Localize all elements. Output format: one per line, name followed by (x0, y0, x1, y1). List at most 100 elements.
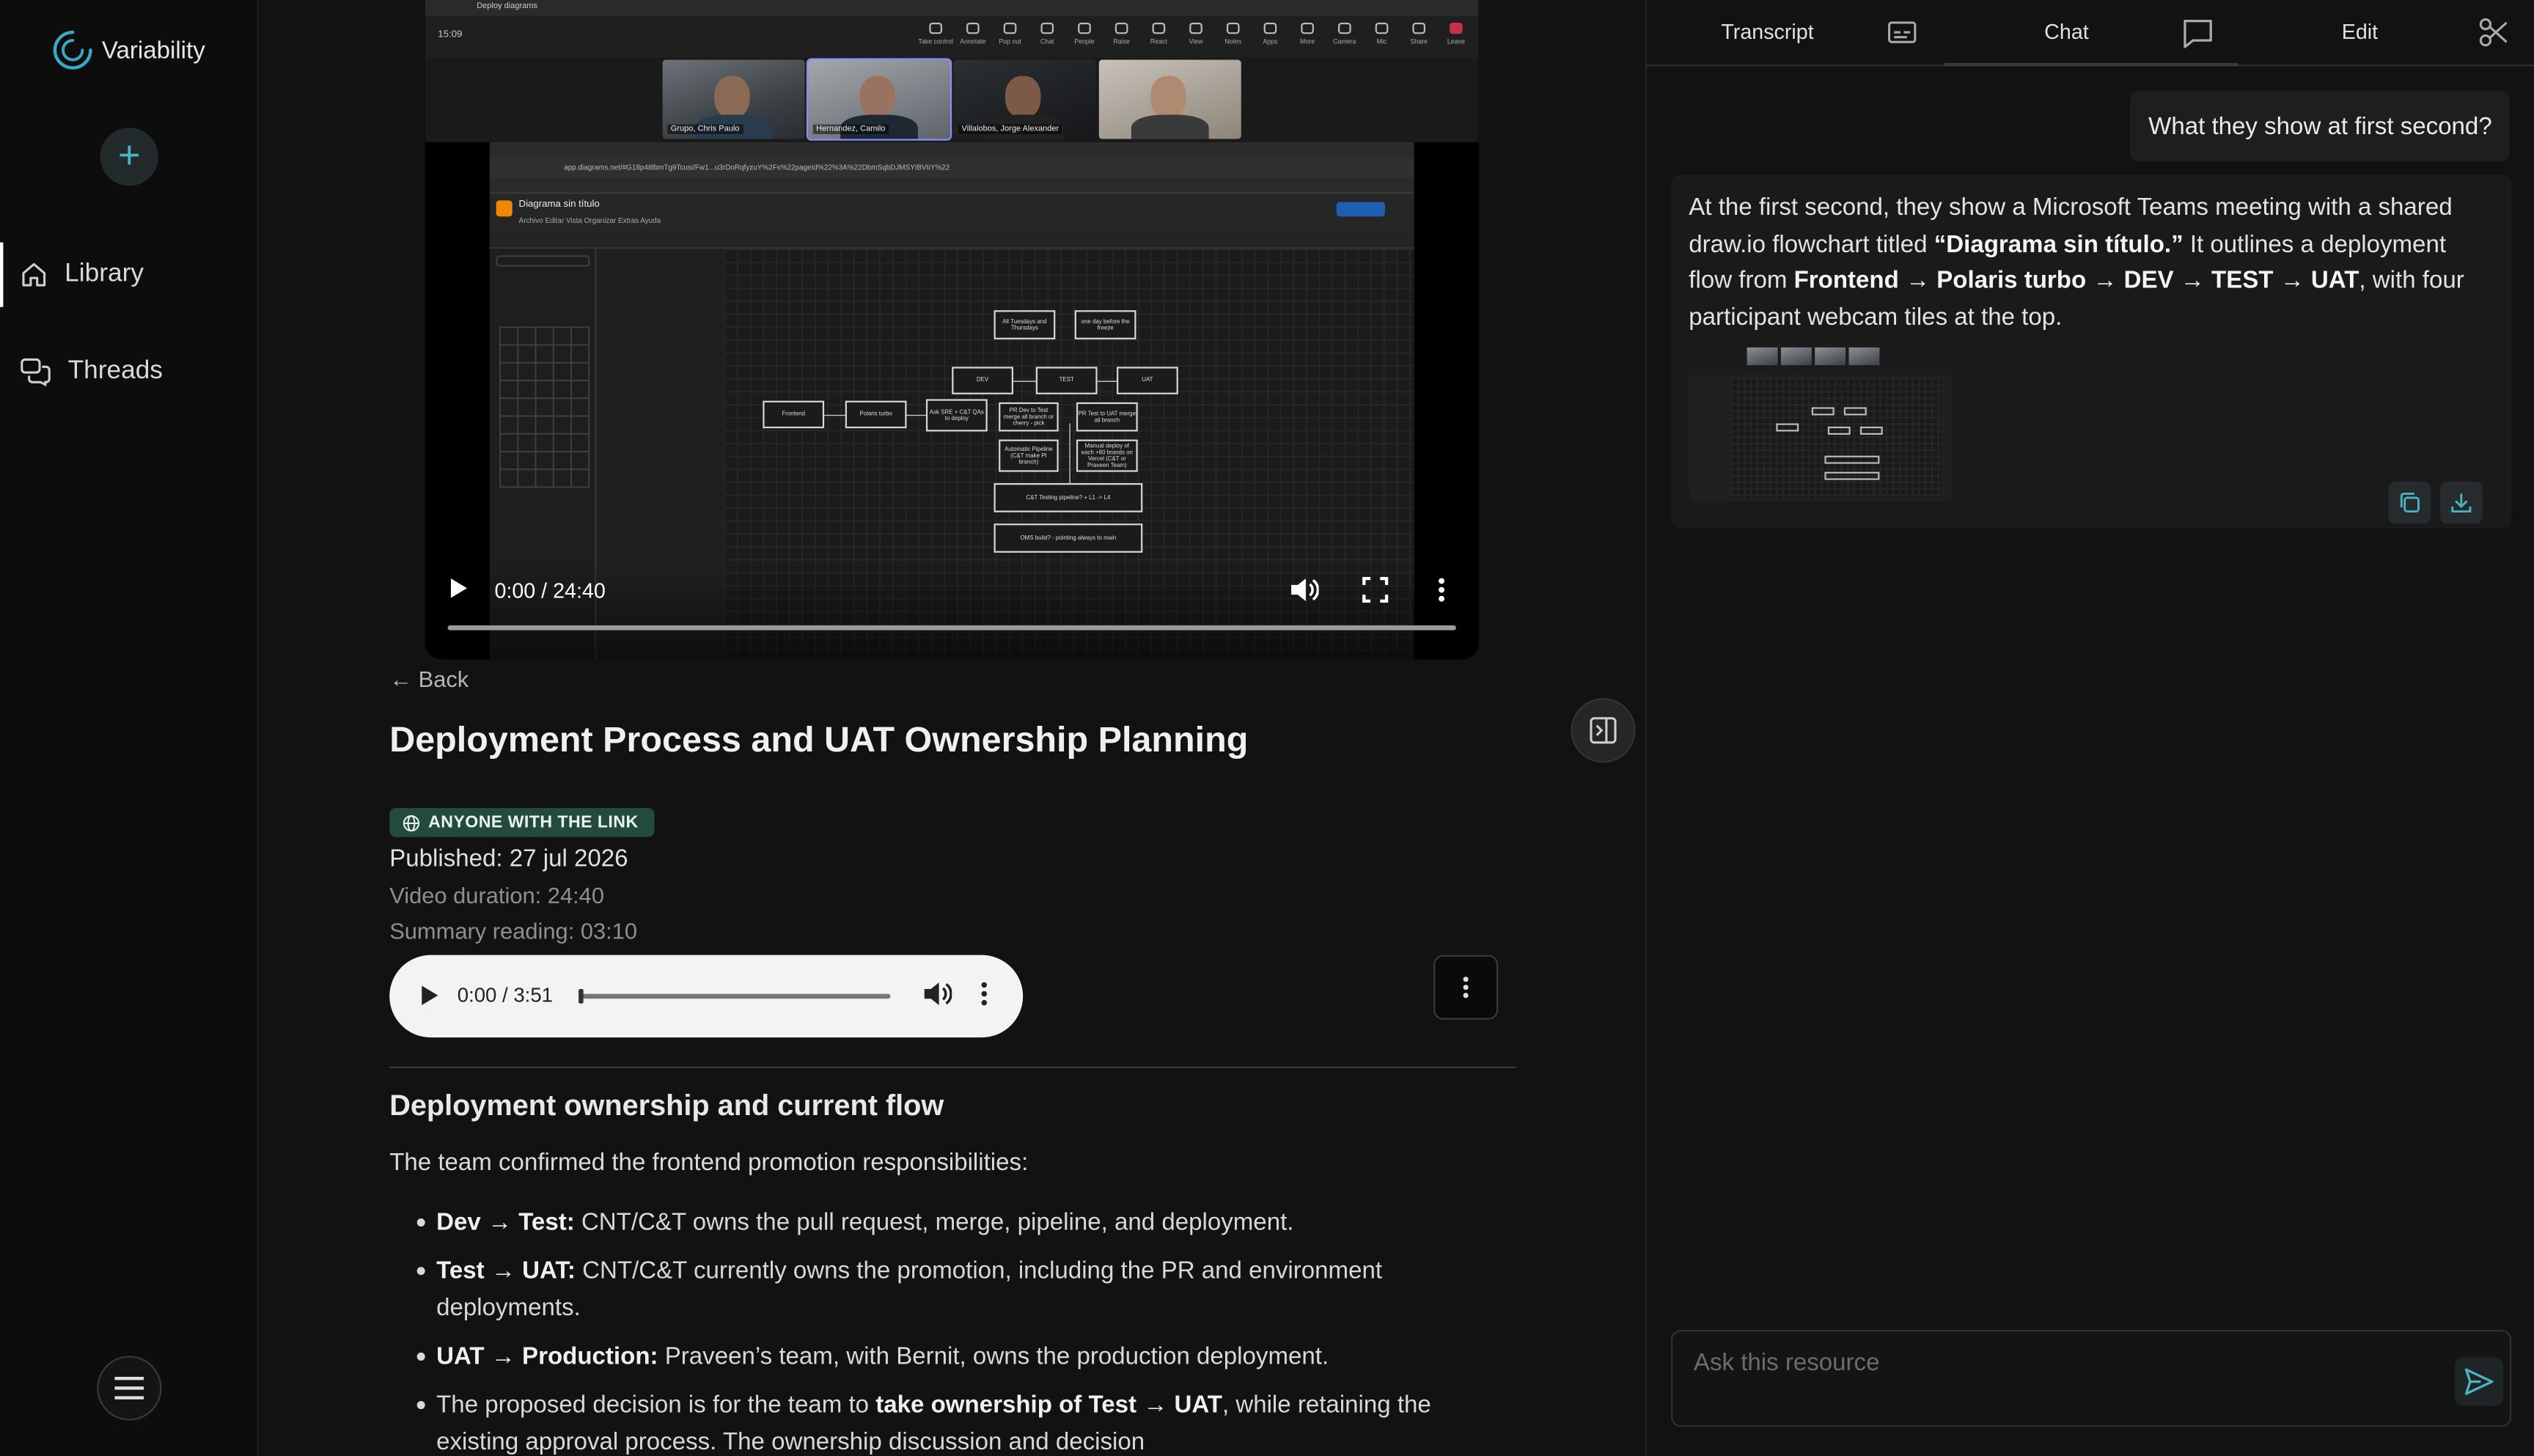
teams-toolbar-item: Chat (1035, 22, 1060, 45)
flow-box: Automatic Pipeline (C&T make PI branch) (999, 439, 1059, 472)
teams-toolbar-item-icon (1412, 22, 1426, 34)
drawio-toolbar (489, 232, 1414, 249)
teams-toolbar-item-label: More (1300, 37, 1315, 45)
list-item: The proposed decision is for the team to… (416, 1386, 1503, 1456)
teams-toolbar-item-icon (1078, 22, 1091, 34)
audio-play-icon[interactable] (422, 985, 438, 1006)
teams-toolbar-item: Share (1406, 22, 1432, 45)
assistant-message: At the first second, they show a Microso… (1671, 174, 2512, 529)
teams-toolbar-item-label: Camera (1333, 37, 1356, 45)
variability-logo-icon (53, 30, 92, 70)
play-icon[interactable] (450, 578, 467, 598)
teams-toolbar-item-label: People (1074, 37, 1095, 45)
hamburger-menu-button[interactable] (97, 1356, 162, 1421)
drawio-share-button (1336, 202, 1385, 217)
teams-toolbar-item: Camera (1332, 22, 1357, 45)
recorded-window-titlebar: Deploy diagrams (425, 0, 1479, 17)
teams-toolbar-item-label: Annotate (960, 37, 986, 45)
flow-box: DEV (952, 367, 1013, 394)
video-controls: 0:00 / 24:40 (425, 562, 1479, 660)
fullscreen-icon[interactable] (1362, 576, 1389, 603)
assistant-panel: Transcript Chat Edit What they show at f… (1645, 0, 2534, 1456)
tab-chat[interactable]: Chat (2044, 19, 2089, 43)
list-item: UAT → Production: Praveen’s team, with B… (416, 1338, 1503, 1375)
flow-box: OMS build? - pointing always to main (994, 523, 1143, 553)
brand-logo[interactable]: Variability (52, 29, 205, 71)
audio-time: 0:00 / 3:51 (457, 984, 553, 1007)
copy-button[interactable] (2388, 481, 2431, 524)
participant-tile: Grupo, Chris Paulo (662, 59, 805, 139)
shape-search (496, 255, 590, 267)
video-duration: Video duration: 24:40 (389, 882, 605, 908)
teams-toolbar-item: View (1183, 22, 1208, 45)
teams-toolbar-item: Leave (1443, 22, 1469, 45)
send-button[interactable] (2455, 1357, 2504, 1406)
user-message: What they show at first second? (2130, 90, 2510, 162)
diagram-title: Diagrama sin título (518, 200, 600, 210)
section-title: Deployment ownership and current flow (389, 1089, 944, 1122)
resource-options-button[interactable] (1433, 955, 1499, 1020)
frame-thumbnail[interactable] (1689, 339, 1953, 501)
brand-name: Variability (101, 36, 205, 65)
volume-icon[interactable] (1290, 577, 1319, 603)
audio-progress-bar[interactable] (580, 993, 891, 999)
participant-tile: Hernandez, Camilo (806, 58, 952, 141)
ask-box (1671, 1330, 2512, 1427)
participant-name: Hernandez, Camilo (812, 124, 889, 134)
teams-toolbar-item: Apps (1257, 22, 1283, 45)
main-content: Deploy diagrams 15:09 Take control Annota… (258, 0, 1645, 1456)
threads-icon (21, 358, 51, 386)
copy-icon (2400, 492, 2420, 513)
tab-transcript[interactable]: Transcript (1721, 19, 1813, 43)
audio-more-icon[interactable] (980, 981, 989, 1007)
section-intro: The team confirmed the frontend promotio… (389, 1149, 1029, 1177)
send-icon (2464, 1368, 2494, 1395)
teams-toolbar-item: Mic (1369, 22, 1395, 45)
drawio-header: Diagrama sin título Archivo Editar Vista… (489, 194, 1414, 233)
summary-bullets: Dev → Test: CNT/C&T owns the pull reques… (416, 1204, 1503, 1456)
teams-toolbar-item: Take control (918, 22, 953, 45)
toggle-panel-button[interactable] (1571, 698, 1636, 763)
teams-toolbar-item-icon (1226, 22, 1240, 34)
teams-toolbar-item-label: Share (1410, 37, 1428, 45)
audio-volume-icon[interactable] (923, 981, 952, 1007)
globe-icon (403, 814, 420, 831)
participant-tile (1098, 59, 1241, 139)
audio-progress-thumb[interactable] (579, 988, 584, 1004)
scissors-icon[interactable] (2478, 16, 2510, 48)
video-player[interactable]: Deploy diagrams 15:09 Take control Annota… (425, 0, 1479, 660)
video-progress-bar[interactable] (447, 625, 1456, 630)
ask-input[interactable] (1693, 1346, 2421, 1379)
participant-tiles: Grupo, Chris Paulo Hernandez, Camilo Vil… (425, 58, 1479, 142)
subtitles-icon[interactable] (1886, 16, 1918, 48)
drawio-logo-icon (496, 200, 513, 217)
home-icon (22, 262, 46, 287)
more-options-icon[interactable] (1436, 577, 1446, 603)
audio-player[interactable]: 0:00 / 3:51 (389, 955, 1024, 1038)
teams-toolbar-item-icon (1301, 22, 1314, 34)
teams-toolbar-item-icon (966, 22, 980, 34)
teams-toolbar-item-label: React (1150, 37, 1167, 45)
teams-toolbar-item-icon (1375, 22, 1389, 34)
flow-box: Polaris turbo (845, 400, 907, 429)
page-title: Deployment Process and UAT Ownership Pla… (389, 718, 1249, 760)
tab-edit[interactable]: Edit (2342, 19, 2378, 43)
list-item: Test → UAT: CNT/C&T currently owns the p… (416, 1252, 1503, 1326)
back-link[interactable]: ← Back (389, 666, 469, 691)
teams-toolbar-item: People (1071, 22, 1097, 45)
teams-toolbar-icons: Take control Annotate Pop out Chat People Rai… (918, 22, 1469, 45)
new-resource-button[interactable]: + (100, 128, 159, 186)
flow-box: C&T Testing pipeline? + L1 -> L4 (994, 483, 1143, 512)
teams-toolbar: 15:09 Take control Annotate Pop out Chat Peo… (425, 16, 1479, 59)
teams-toolbar-item: Raise (1109, 22, 1134, 45)
app-window: Variability + Library Threads Deploy dia… (0, 0, 2534, 1456)
chat-bubble-icon[interactable] (2180, 16, 2215, 51)
visibility-badge[interactable]: ANYONE WITH THE LINK (389, 808, 655, 837)
sidebar-item-threads[interactable]: Threads (0, 339, 259, 404)
teams-toolbar-item-icon (929, 22, 942, 34)
sidebar-item-library[interactable]: Library (0, 242, 259, 307)
teams-toolbar-item-icon (1040, 22, 1054, 34)
download-button[interactable] (2440, 481, 2483, 524)
published-date: Published: 27 jul 2026 (389, 845, 628, 873)
flow-box: TEST (1035, 367, 1098, 394)
